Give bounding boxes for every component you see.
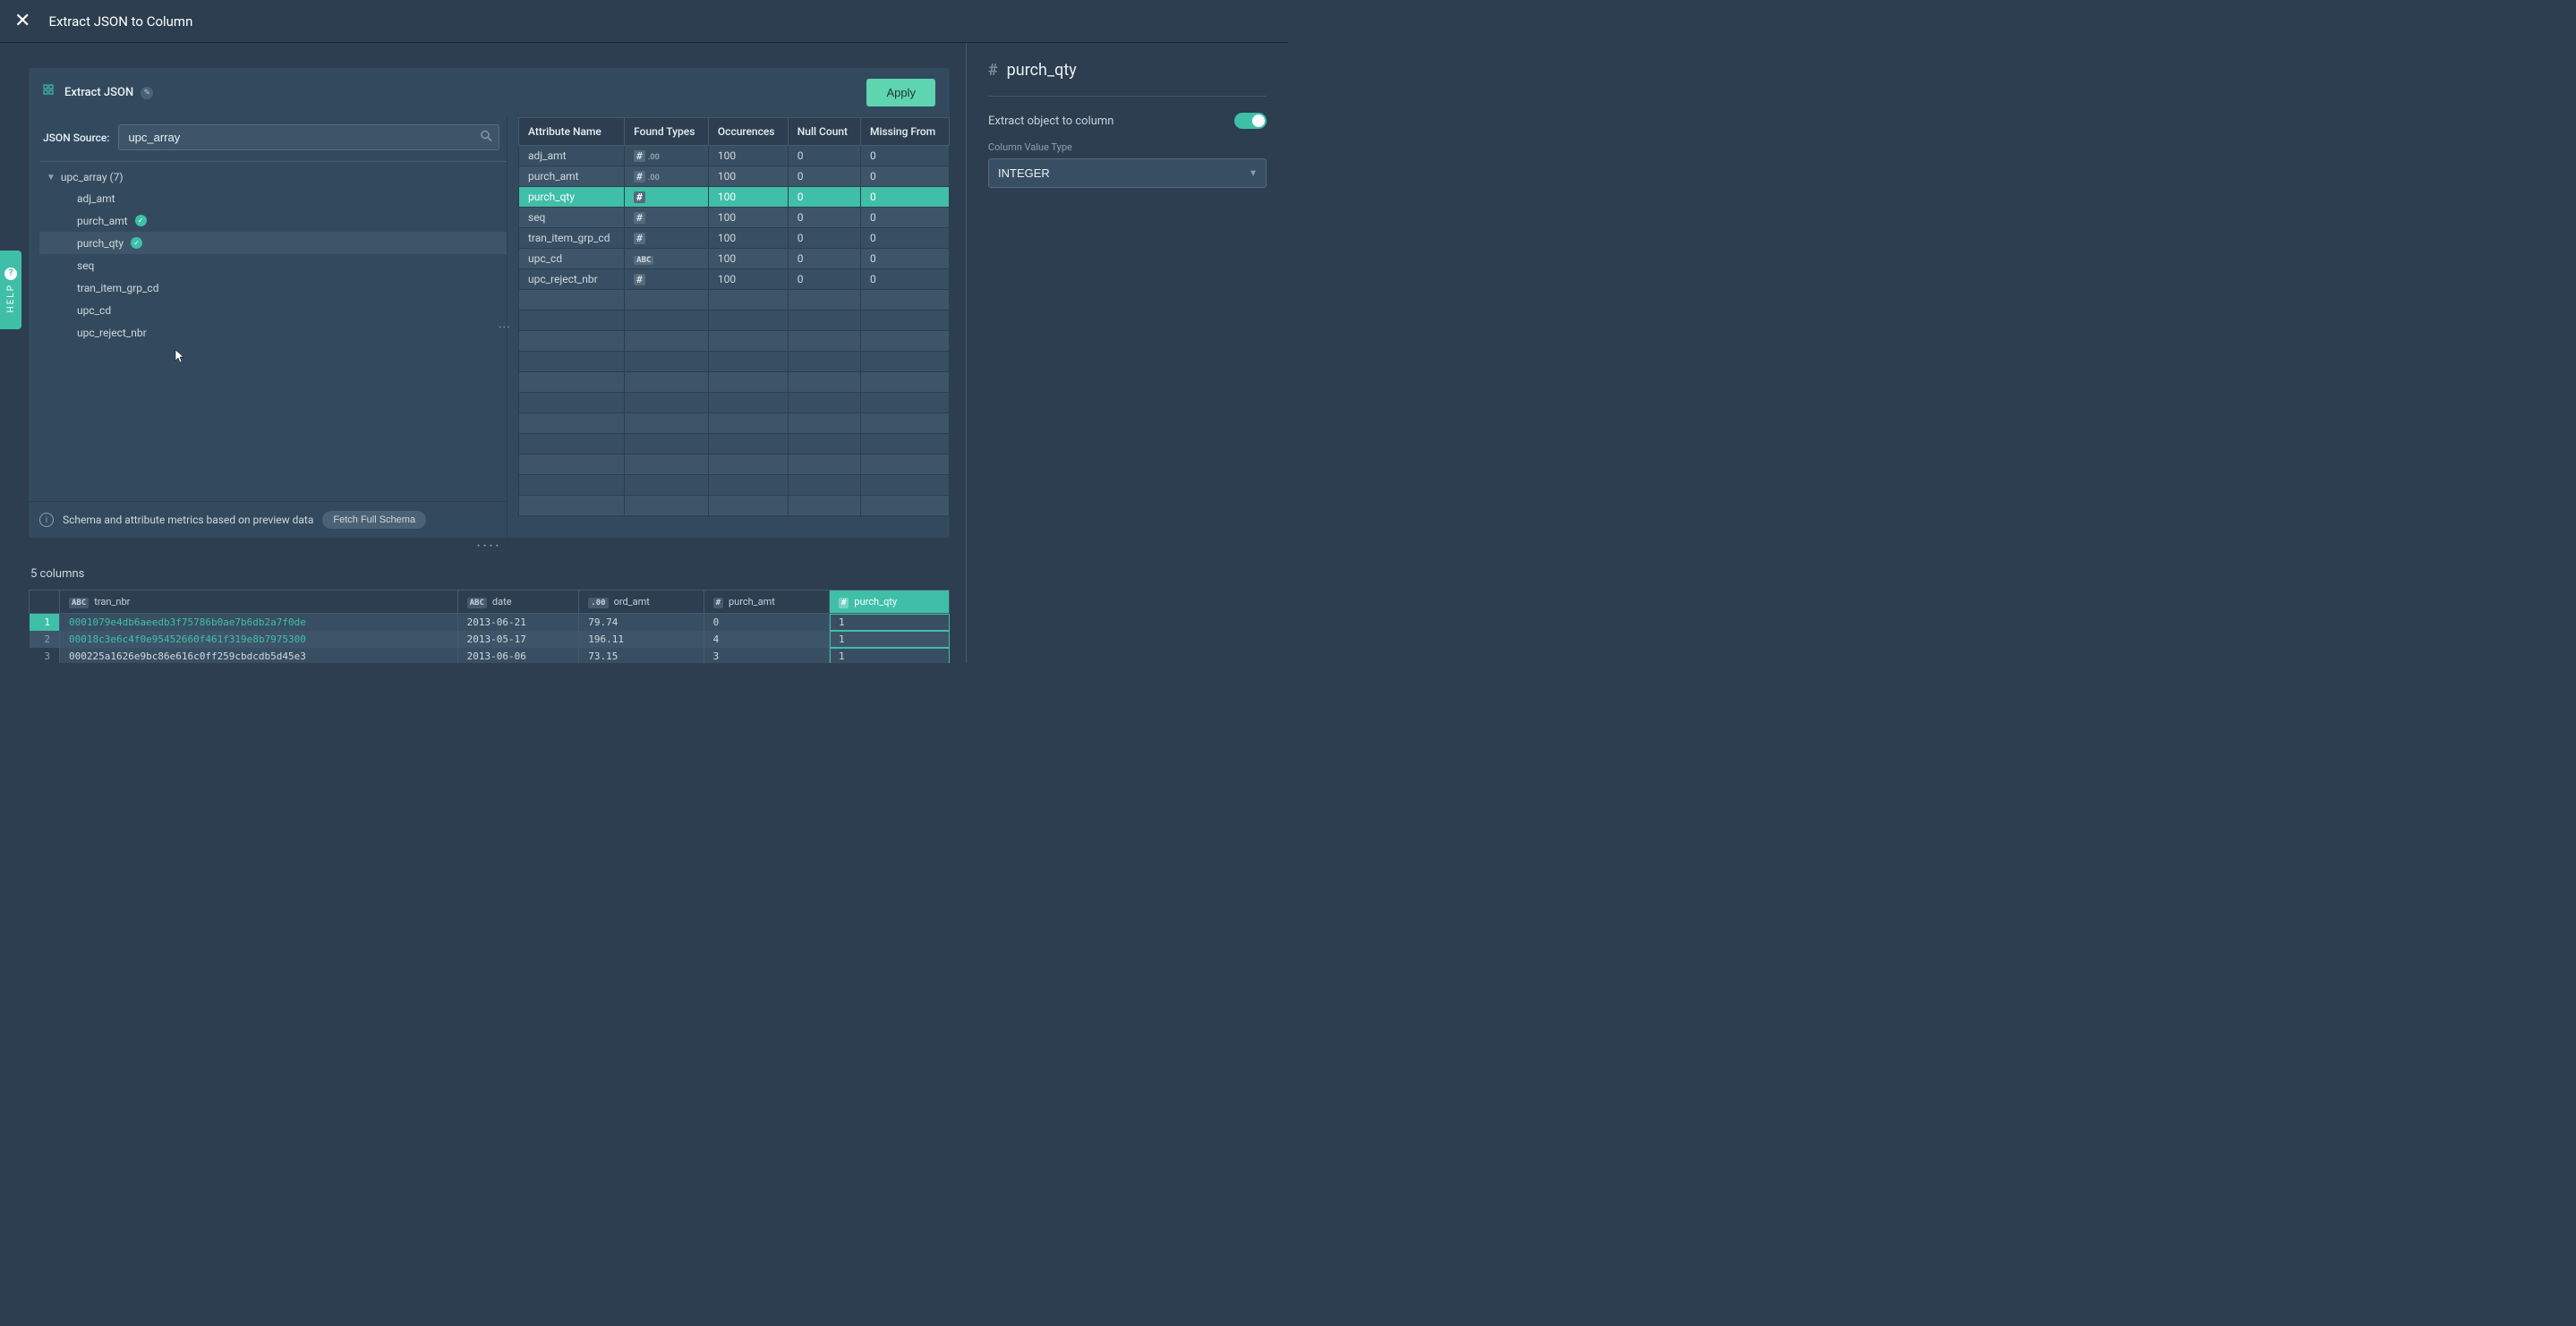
info-icon: i bbox=[39, 513, 54, 527]
tree-item-label: adj_amt bbox=[77, 192, 115, 205]
tree-item-purch_amt[interactable]: purch_amt ✓ bbox=[39, 209, 507, 232]
dialog-header: ✕ Extract JSON to Column bbox=[0, 0, 1288, 43]
data-row[interactable]: 200018c3e6c4f0e95452660f461f319e8b797530… bbox=[30, 631, 950, 648]
tree-root-label: upc_array (7) bbox=[61, 171, 124, 183]
data-col-ord_amt[interactable]: .00ord_amt bbox=[579, 591, 704, 614]
value-type-select[interactable]: INTEGER bbox=[988, 158, 1267, 188]
schema-footer: i Schema and attribute metrics based on … bbox=[29, 501, 507, 538]
left-column: Extract JSON ✎ Apply JSON Source: bbox=[0, 43, 966, 663]
panel-body: JSON Source: ▼ upc_array (7) bbox=[29, 117, 950, 538]
attr-row[interactable]: upc_cdABC10000 bbox=[519, 249, 950, 269]
tree-item-label: purch_qty bbox=[77, 237, 124, 250]
type-icon: ABC bbox=[69, 598, 89, 608]
attr-row[interactable]: purch_qty#10000 bbox=[519, 187, 950, 208]
help-label: HELP bbox=[6, 284, 16, 313]
data-col-tran_nbr[interactable]: ABCtran_nbr bbox=[60, 591, 458, 614]
attr-row[interactable]: seq#10000 bbox=[519, 208, 950, 228]
horizontal-resize-handle[interactable]: ···· bbox=[29, 538, 950, 558]
extract-toggle[interactable] bbox=[1234, 113, 1267, 129]
json-source-label: JSON Source: bbox=[43, 132, 109, 144]
tree-root-node[interactable]: ▼ upc_array (7) bbox=[39, 167, 507, 187]
attr-row[interactable]: tran_item_grp_cd#10000 bbox=[519, 228, 950, 249]
panel-title: Extract JSON bbox=[64, 86, 133, 99]
type-icon: # bbox=[713, 598, 723, 608]
column-name: purch_qty bbox=[1007, 61, 1077, 80]
data-col-purch_amt[interactable]: #purch_amt bbox=[704, 591, 829, 614]
check-icon: ✓ bbox=[131, 237, 142, 249]
attr-row-empty bbox=[519, 413, 950, 434]
attr-row-empty bbox=[519, 352, 950, 372]
data-col-date[interactable]: ABCdate bbox=[457, 591, 579, 614]
attr-header[interactable]: Found Types bbox=[625, 118, 709, 146]
attr-row-empty bbox=[519, 372, 950, 393]
schema-info-text: Schema and attribute metrics based on pr… bbox=[63, 514, 313, 526]
tree-item-tran_item_grp_cd[interactable]: tran_item_grp_cd bbox=[39, 276, 507, 299]
attribute-table: Attribute NameFound TypesOccurencesNull … bbox=[518, 117, 950, 516]
check-icon: ✓ bbox=[135, 215, 147, 226]
main-area: Extract JSON ✎ Apply JSON Source: bbox=[0, 43, 1288, 663]
attr-row-empty bbox=[519, 290, 950, 310]
type-icon: # bbox=[839, 598, 849, 608]
data-table: ABCtran_nbrABCdate.00ord_amt#purch_amt#p… bbox=[29, 590, 950, 663]
extract-panel: Extract JSON ✎ Apply JSON Source: bbox=[29, 68, 950, 538]
dialog-title: Extract JSON to Column bbox=[48, 13, 192, 30]
attr-row[interactable]: adj_amt#.0010000 bbox=[519, 146, 950, 166]
edit-icon[interactable]: ✎ bbox=[141, 87, 153, 99]
attr-header[interactable]: Occurences bbox=[708, 118, 788, 146]
attr-row-empty bbox=[519, 331, 950, 352]
panel-header: Extract JSON ✎ Apply bbox=[29, 68, 950, 117]
json-source-input[interactable] bbox=[118, 124, 499, 150]
extract-toggle-label: Extract object to column bbox=[988, 115, 1114, 128]
tree-item-purch_qty[interactable]: purch_qty ✓ bbox=[39, 232, 507, 254]
tree-item-adj_amt[interactable]: adj_amt bbox=[39, 187, 507, 209]
data-col-purch_qty[interactable]: #purch_qty bbox=[830, 591, 950, 614]
tree-item-label: tran_item_grp_cd bbox=[77, 282, 158, 294]
apply-button[interactable]: Apply bbox=[866, 79, 935, 106]
attr-row-empty bbox=[519, 475, 950, 496]
attr-row-empty bbox=[519, 455, 950, 475]
tree-item-label: upc_cd bbox=[77, 304, 111, 317]
attr-row-empty bbox=[519, 310, 950, 331]
attribute-table-wrap: Attribute NameFound TypesOccurencesNull … bbox=[518, 117, 950, 538]
tree-item-seq[interactable]: seq bbox=[39, 254, 507, 276]
close-icon[interactable]: ✕ bbox=[14, 10, 30, 32]
json-source-pane: JSON Source: ▼ upc_array (7) bbox=[29, 117, 508, 538]
type-icon: ABC bbox=[467, 598, 487, 608]
extract-json-icon bbox=[43, 84, 57, 102]
caret-down-icon: ▼ bbox=[47, 173, 55, 183]
rownum-header bbox=[30, 591, 60, 614]
help-icon: ? bbox=[4, 268, 17, 280]
data-row[interactable]: 10001079e4db6aeedb3f75786b0ae7b6db2a7f0d… bbox=[30, 614, 950, 632]
type-icon: .00 bbox=[588, 598, 608, 608]
columns-count-label: 5 columns bbox=[29, 558, 950, 590]
attr-row-empty bbox=[519, 496, 950, 516]
hash-icon: # bbox=[988, 61, 998, 80]
tree-item-upc_reject_nbr[interactable]: upc_reject_nbr bbox=[39, 321, 507, 344]
json-tree: ▼ upc_array (7) adj_amtpurch_amt✓purch_q… bbox=[39, 161, 507, 349]
attr-header[interactable]: Missing From bbox=[860, 118, 949, 146]
attr-row[interactable]: purch_amt#.0010000 bbox=[519, 166, 950, 187]
value-type-label: Column Value Type bbox=[988, 141, 1267, 153]
attr-row-empty bbox=[519, 434, 950, 455]
attr-header[interactable]: Null Count bbox=[788, 118, 860, 146]
tree-item-upc_cd[interactable]: upc_cd bbox=[39, 299, 507, 321]
data-row[interactable]: 3000225a1626e9bc86e616c0ff259cbdcdb5d45e… bbox=[30, 648, 950, 663]
attr-row[interactable]: upc_reject_nbr#10000 bbox=[519, 269, 950, 290]
help-tab[interactable]: ? HELP bbox=[0, 251, 21, 329]
tree-item-label: purch_amt bbox=[77, 215, 128, 227]
fetch-schema-button[interactable]: Fetch Full Schema bbox=[322, 511, 426, 529]
tree-item-label: upc_reject_nbr bbox=[77, 327, 147, 339]
attr-header[interactable]: Attribute Name bbox=[519, 118, 625, 146]
data-table-wrap: ABCtran_nbrABCdate.00ord_amt#purch_amt#p… bbox=[29, 590, 950, 663]
cursor-icon bbox=[174, 348, 186, 368]
vertical-resize-handle[interactable]: ⋮ bbox=[497, 321, 510, 334]
search-icon[interactable] bbox=[481, 130, 492, 145]
properties-panel: # purch_qty Extract object to column Col… bbox=[966, 43, 1288, 663]
tree-item-label: seq bbox=[77, 259, 94, 272]
attr-row-empty bbox=[519, 393, 950, 413]
